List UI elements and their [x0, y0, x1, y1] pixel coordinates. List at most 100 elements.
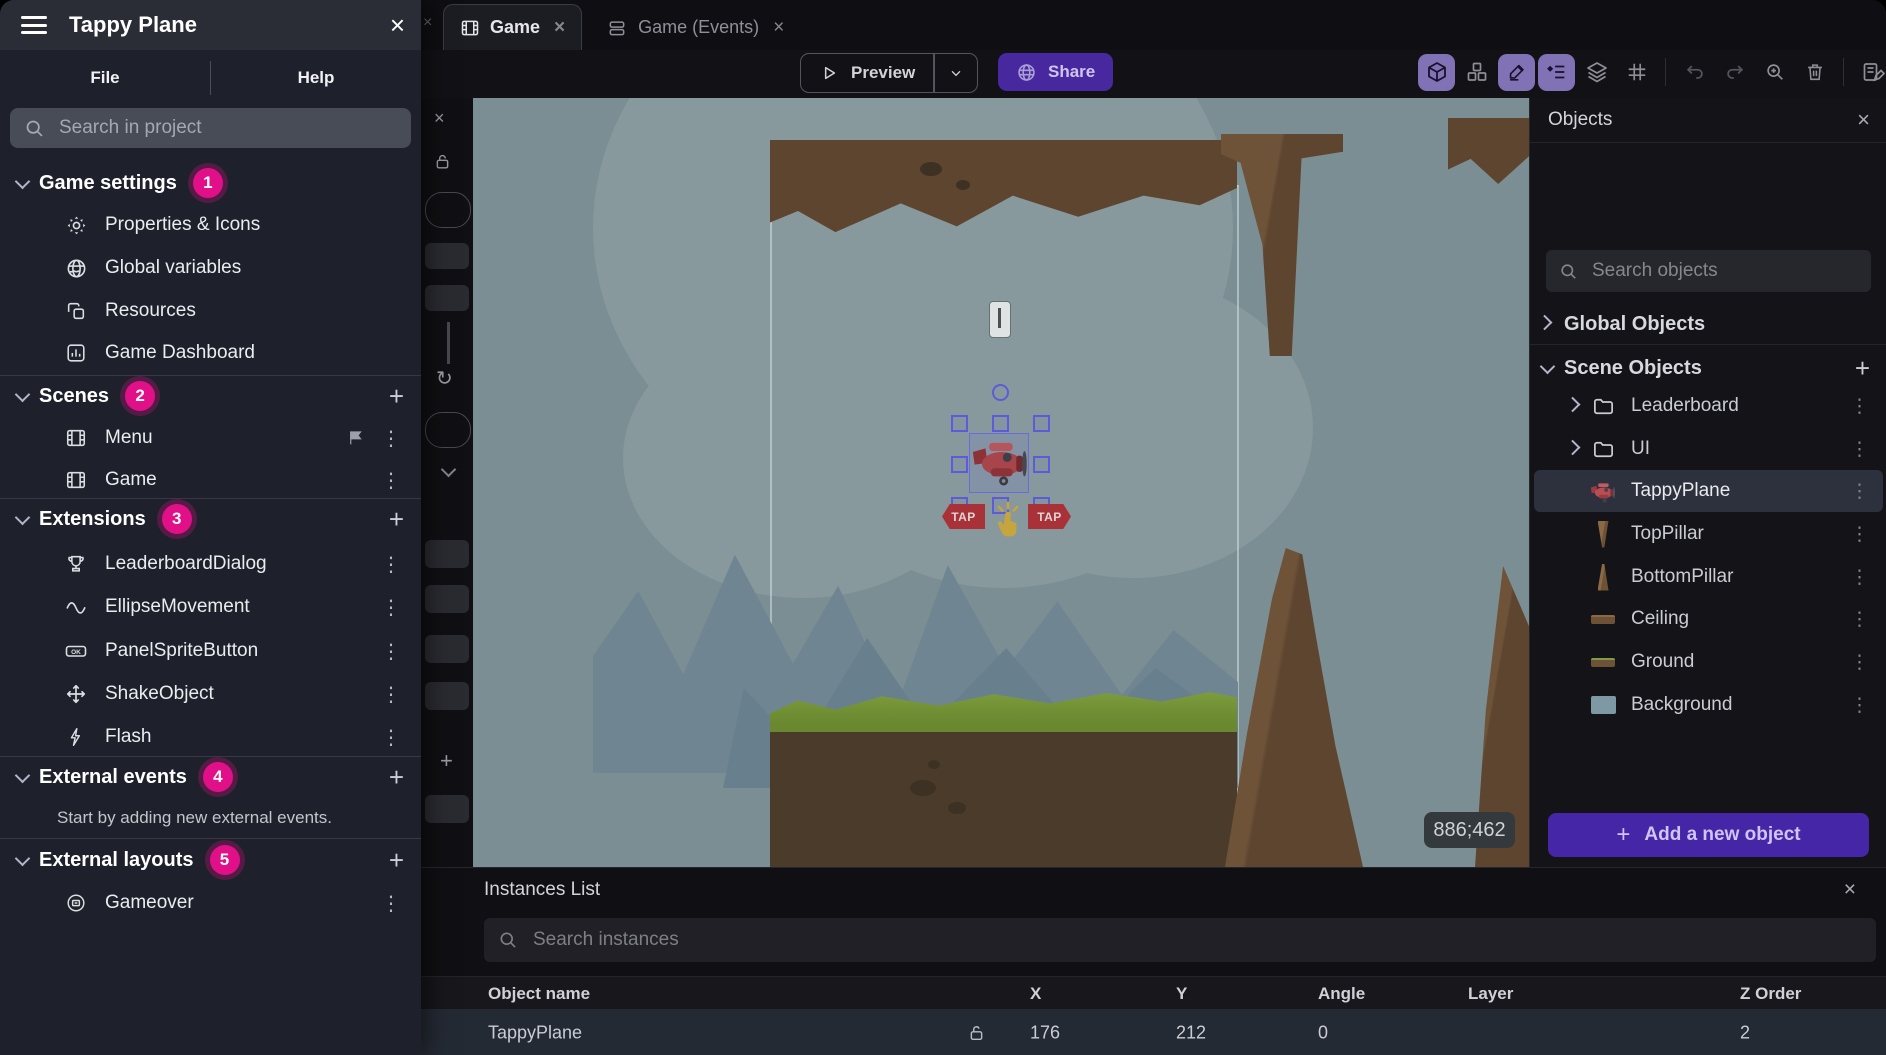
objects-search-input[interactable] [1590, 259, 1858, 283]
add-external-layout-icon[interactable]: + [389, 847, 404, 873]
share-button[interactable]: Share [998, 53, 1113, 91]
grid-icon[interactable] [1618, 54, 1655, 91]
resize-handle-e[interactable] [1033, 456, 1050, 473]
hidden-slider[interactable] [447, 322, 450, 364]
object-row-tappyplane[interactable]: TappyPlane ⋮ [1534, 470, 1883, 512]
close-icon[interactable]: × [1844, 878, 1856, 902]
object-editor-icon[interactable] [1418, 54, 1455, 91]
zoom-in-icon[interactable] [1756, 54, 1793, 91]
preview-button[interactable]: Preview [800, 53, 978, 93]
hidden-button[interactable] [425, 192, 471, 228]
section-external-events[interactable]: External events 4 + [0, 758, 421, 796]
object-row-ceiling[interactable]: Ceiling ⋮ [1534, 598, 1883, 640]
project-search[interactable] [10, 108, 411, 148]
sidebar-item-scene-game[interactable]: Game ⋮ [0, 461, 421, 499]
row-menu-icon[interactable]: ⋮ [381, 552, 401, 577]
lock-icon[interactable] [433, 152, 452, 171]
row-menu-icon[interactable]: ⋮ [1850, 480, 1869, 503]
chevron-down-icon[interactable] [443, 462, 454, 480]
row-menu-icon[interactable]: ⋮ [381, 468, 401, 493]
instances-search-input[interactable] [531, 928, 1862, 952]
hidden-field[interactable] [425, 635, 469, 663]
add-new-object-button[interactable]: + Add a new object [1548, 813, 1869, 857]
tappy-plane-sprite[interactable] [971, 435, 1029, 487]
add-icon[interactable]: + [440, 748, 453, 774]
hidden-tab-close-icon[interactable]: × [423, 14, 432, 32]
sidebar-item-game-dashboard[interactable]: Game Dashboard [0, 334, 421, 372]
file-menu[interactable]: File [0, 68, 210, 88]
object-row-ui[interactable]: UI ⋮ [1534, 428, 1883, 470]
row-menu-icon[interactable]: ⋮ [1850, 651, 1869, 674]
instances-search[interactable] [484, 918, 1876, 962]
sidebar-item-scene-menu[interactable]: Menu ⋮ [0, 419, 421, 457]
hidden-field[interactable] [425, 682, 469, 710]
add-extension-icon[interactable]: + [389, 506, 404, 532]
scene-canvas[interactable]: TAP TAP [473, 98, 1529, 867]
sidebar-item-global-variables[interactable]: Global variables [0, 249, 421, 287]
hidden-field[interactable] [425, 285, 469, 311]
preview-options-button[interactable] [935, 65, 977, 81]
objects-search[interactable] [1546, 250, 1871, 292]
instance-row-tappyplane[interactable]: TappyPlane 176 212 0 2 [421, 1009, 1886, 1055]
drawer-close-icon[interactable]: × [390, 12, 405, 38]
hidden-button[interactable] [425, 412, 471, 448]
edit-scene-events-icon[interactable] [1854, 54, 1886, 91]
sidebar-item-shakeobject[interactable]: ShakeObject ⋮ [0, 675, 421, 713]
add-object-icon[interactable]: + [1855, 355, 1870, 381]
hidden-field[interactable] [425, 795, 469, 823]
row-menu-icon[interactable]: ⋮ [1850, 395, 1869, 418]
row-menu-icon[interactable]: ⋮ [1850, 523, 1869, 546]
panel-close-icon[interactable]: × [434, 108, 445, 129]
tab-close-icon[interactable]: × [773, 17, 784, 39]
redo-icon[interactable] [1716, 54, 1753, 91]
object-row-ground[interactable]: Ground ⋮ [1534, 641, 1883, 683]
bottom-pillar[interactable] [1225, 548, 1363, 867]
tab-game-events[interactable]: Game (Events) × [590, 5, 800, 50]
sidebar-item-ellipsemovement[interactable]: EllipseMovement ⋮ [0, 588, 421, 626]
sidebar-item-resources[interactable]: Resources [0, 292, 421, 330]
trash-icon[interactable] [1796, 54, 1833, 91]
row-menu-icon[interactable]: ⋮ [381, 426, 401, 451]
row-menu-icon[interactable]: ⋮ [381, 891, 401, 916]
sidebar-item-panelspritebutton[interactable]: OK PanelSpriteButton ⋮ [0, 632, 421, 670]
section-scenes[interactable]: Scenes 2 + [0, 377, 421, 415]
layers-icon[interactable] [1578, 54, 1615, 91]
object-row-background[interactable]: Background ⋮ [1534, 684, 1883, 726]
object-row-leaderboard[interactable]: Leaderboard ⋮ [1534, 385, 1883, 427]
sidebar-item-leaderboarddialog[interactable]: LeaderboardDialog ⋮ [0, 545, 421, 583]
scene-objects-header[interactable]: Scene Objects + [1530, 350, 1886, 386]
edit-mode-icon[interactable] [1498, 54, 1535, 91]
undo-icon[interactable] [1676, 54, 1713, 91]
sidebar-item-flash[interactable]: Flash ⋮ [0, 718, 421, 756]
add-external-event-icon[interactable]: + [389, 764, 404, 790]
instances-list-icon[interactable] [1458, 54, 1495, 91]
row-menu-icon[interactable]: ⋮ [381, 639, 401, 664]
hidden-field[interactable] [425, 585, 469, 613]
row-menu-icon[interactable]: ⋮ [381, 595, 401, 620]
object-row-toppillar[interactable]: TopPillar ⋮ [1534, 513, 1883, 555]
properties-panel-icon[interactable] [1538, 54, 1575, 91]
rotate-icon[interactable]: ↻ [436, 366, 453, 391]
resize-handle-w[interactable] [951, 456, 968, 473]
unlock-icon[interactable] [967, 1023, 986, 1042]
project-search-input[interactable] [57, 116, 397, 140]
sidebar-item-gameover[interactable]: Gameover ⋮ [0, 884, 421, 922]
tab-game[interactable]: Game × [443, 4, 582, 50]
hamburger-menu-icon[interactable] [21, 12, 47, 39]
section-game-settings[interactable]: Game settings 1 [0, 164, 421, 202]
row-menu-icon[interactable]: ⋮ [381, 725, 401, 750]
add-scene-icon[interactable]: + [389, 383, 404, 409]
rotation-handle[interactable] [992, 384, 1009, 401]
hidden-field[interactable] [425, 243, 469, 269]
object-row-bottompillar[interactable]: BottomPillar ⋮ [1534, 556, 1883, 598]
help-menu[interactable]: Help [211, 68, 421, 88]
hidden-field[interactable] [425, 540, 469, 568]
row-menu-icon[interactable]: ⋮ [1850, 694, 1869, 717]
close-icon[interactable]: × [1857, 107, 1870, 133]
tab-close-icon[interactable]: × [554, 17, 565, 39]
section-external-layouts[interactable]: External layouts 5 + [0, 841, 421, 879]
section-extensions[interactable]: Extensions 3 + [0, 500, 421, 538]
row-menu-icon[interactable]: ⋮ [1850, 566, 1869, 589]
global-objects-header[interactable]: Global Objects [1530, 306, 1886, 342]
resize-handle-nw[interactable] [951, 415, 968, 432]
